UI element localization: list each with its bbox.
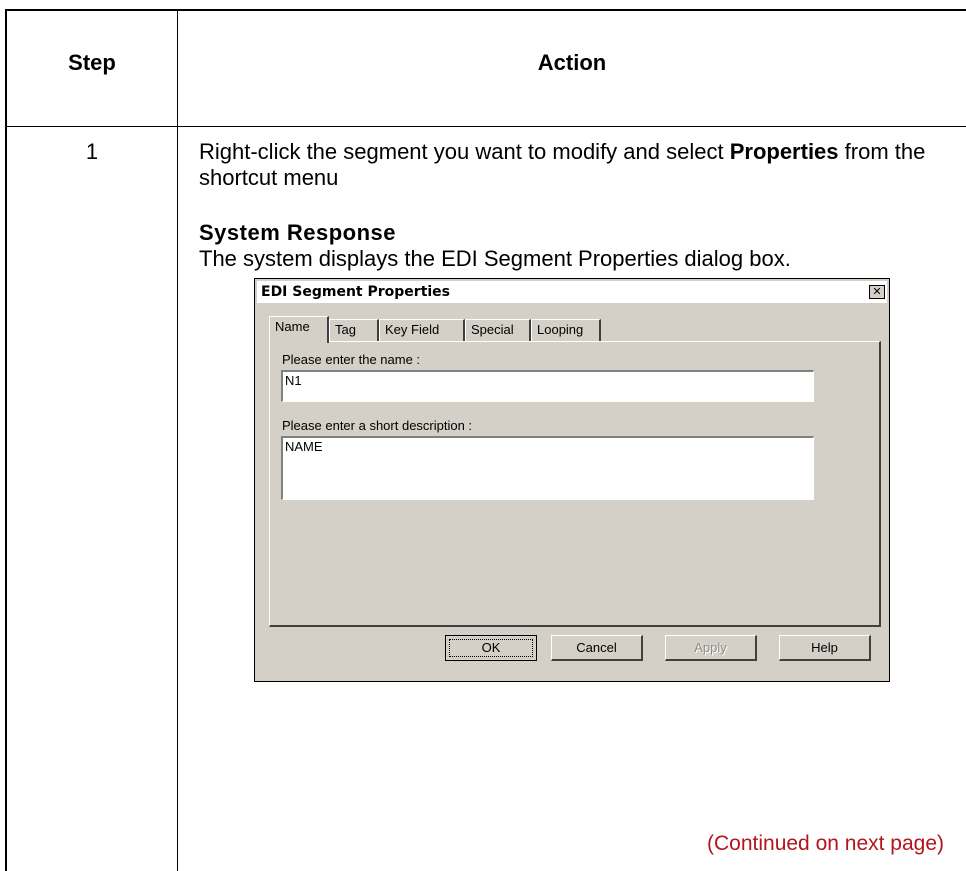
table-column-divider <box>177 9 178 871</box>
system-response-text: The system displays the EDI Segment Prop… <box>199 246 791 271</box>
tab-tag[interactable]: Tag <box>329 319 379 341</box>
header-step: Step <box>68 50 116 75</box>
table-top-border <box>5 9 966 11</box>
dialog-title: EDI Segment Properties <box>261 284 451 300</box>
description-label: Please enter a short description : <box>282 418 473 433</box>
header-action: Action <box>537 50 607 75</box>
table-header-divider <box>5 126 966 127</box>
instruction-text-bold: Properties <box>729 139 839 164</box>
cancel-button[interactable]: Cancel <box>551 635 643 661</box>
tab-name[interactable]: Name <box>269 316 329 343</box>
tab-special[interactable]: Special <box>465 319 531 341</box>
step-instruction: Right-click the segment you want to modi… <box>199 139 959 191</box>
step-number: 1 <box>85 139 99 164</box>
system-response-heading: System Response <box>199 220 397 245</box>
close-icon[interactable]: ✕ <box>869 285 885 299</box>
description-textarea[interactable]: NAME <box>281 436 814 500</box>
edi-segment-properties-dialog: EDI Segment Properties ✕ Please enter th… <box>254 278 890 682</box>
instruction-text-pre: Right-click the segment you want to modi… <box>199 139 730 164</box>
continued-note: (Continued on next page) <box>707 832 944 855</box>
tab-key-field[interactable]: Key Field <box>379 319 465 341</box>
help-button[interactable]: Help <box>779 635 871 661</box>
name-input[interactable]: N1 <box>281 370 814 402</box>
ok-button[interactable]: OK <box>445 635 537 661</box>
tab-panel-name: Please enter the name : N1 Please enter … <box>269 341 881 627</box>
dialog-titlebar[interactable]: EDI Segment Properties ✕ <box>257 281 887 303</box>
tab-looping[interactable]: Looping <box>531 319 601 341</box>
apply-button[interactable]: Apply <box>665 635 757 661</box>
name-label: Please enter the name : <box>282 352 421 367</box>
